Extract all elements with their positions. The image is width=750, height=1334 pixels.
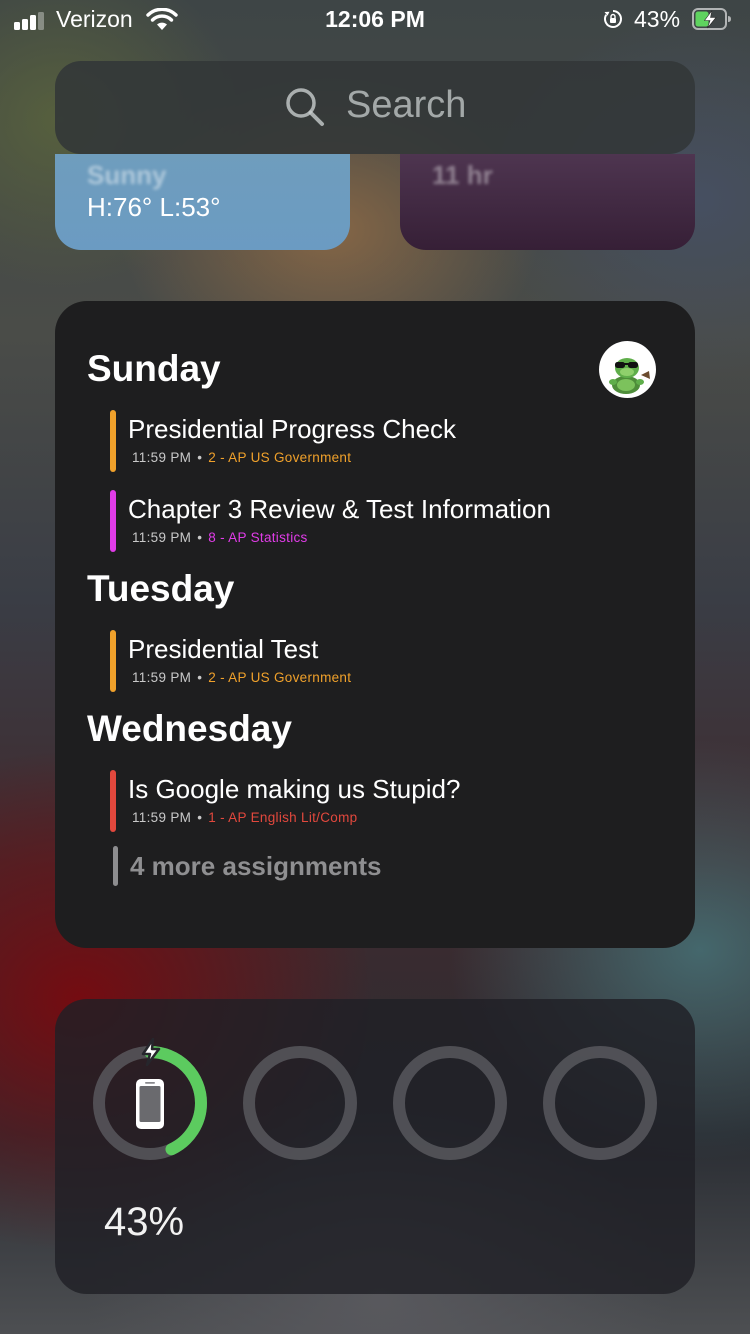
- assignment-due-time: 11:59 PM: [132, 450, 192, 465]
- empty-battery-slot: [393, 1046, 507, 1160]
- assignment-meta: 11:59 PM • 2 - AP US Government: [132, 670, 351, 685]
- meta-separator: •: [197, 450, 203, 465]
- empty-battery-slot: [243, 1046, 357, 1160]
- battery-percent-label: 43%: [104, 1200, 185, 1244]
- assignment-due-time: 11:59 PM: [132, 530, 192, 545]
- assignment-course: 2 - AP US Government: [208, 450, 352, 465]
- assignment-due-time: 11:59 PM: [132, 670, 192, 685]
- more-assignments-label: 4 more assignments: [130, 851, 382, 881]
- assignment-title: Presidential Progress Check: [128, 414, 457, 444]
- day-heading-wednesday: Wednesday: [87, 708, 292, 749]
- weather-high-low: H:76° L:53°: [87, 192, 221, 222]
- weather-widget[interactable]: Sunny H:76° L:53°: [55, 154, 350, 250]
- assignment-course: 1 - AP English Lit/Comp: [208, 810, 358, 825]
- assignment-title: Is Google making us Stupid?: [128, 774, 461, 804]
- meta-separator: •: [197, 530, 203, 545]
- course-color-bar: [110, 410, 116, 472]
- assignment-item[interactable]: Chapter 3 Review & Test Information 11:5…: [110, 490, 670, 552]
- search-icon: [286, 88, 324, 126]
- assignment-item[interactable]: Is Google making us Stupid? 11:59 PM • 1 -…: [110, 770, 670, 832]
- search-placeholder: Search: [346, 84, 467, 126]
- bolt-icon: [141, 1038, 161, 1066]
- assignment-meta: 11:59 PM • 1 - AP English Lit/Comp: [132, 810, 357, 825]
- more-indicator-bar: [113, 846, 118, 886]
- status-bar: Verizon 12:06 PM 43%: [0, 0, 750, 40]
- iphone-icon: [136, 1079, 164, 1129]
- assignment-title: Presidential Test: [128, 634, 319, 664]
- assignment-item[interactable]: Presidential Progress Check 11:59 PM • 2 -…: [110, 410, 670, 472]
- assignment-course: 2 - AP US Government: [208, 670, 352, 685]
- sleep-widget[interactable]: 11 hr: [400, 154, 695, 250]
- orientation-lock-icon: [604, 10, 622, 28]
- course-color-bar: [110, 490, 116, 552]
- sleep-duration: 11 hr: [432, 160, 493, 190]
- day-heading-tuesday: Tuesday: [87, 568, 235, 609]
- meta-separator: •: [197, 810, 203, 825]
- battery-charging-icon: [692, 8, 731, 30]
- course-color-bar: [110, 630, 116, 692]
- battery-percent: 43%: [634, 6, 681, 32]
- avatar[interactable]: [599, 341, 656, 398]
- empty-battery-slot: [543, 1046, 657, 1160]
- assignment-meta: 11:59 PM • 2 - AP US Government: [132, 450, 351, 465]
- assignment-title: Chapter 3 Review & Test Information: [128, 494, 551, 524]
- weather-condition: Sunny: [87, 160, 167, 190]
- day-heading-sunday: Sunday: [87, 348, 221, 389]
- assignment-due-time: 11:59 PM: [132, 810, 192, 825]
- assignment-course: 8 - AP Statistics: [208, 530, 308, 545]
- turtle-mascot-icon: [609, 358, 650, 394]
- course-color-bar: [110, 770, 116, 832]
- assignment-item[interactable]: Presidential Test 11:59 PM • 2 - AP US Gov…: [110, 630, 670, 692]
- meta-separator: •: [197, 670, 203, 685]
- assignment-meta: 11:59 PM • 8 - AP Statistics: [132, 530, 308, 545]
